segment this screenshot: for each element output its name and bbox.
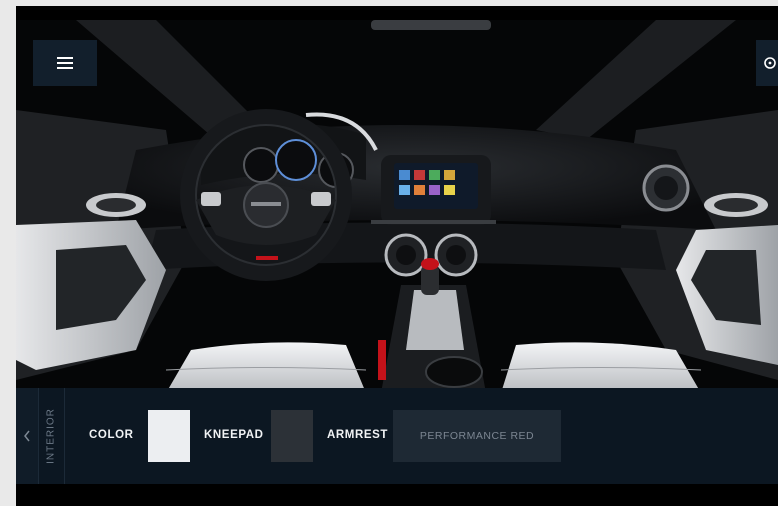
- armrest-label: ARMREST: [327, 429, 389, 441]
- kneepad-label: KNEEPAD: [204, 429, 264, 441]
- color-label: COLOR: [89, 429, 134, 441]
- color-swatch[interactable]: [148, 410, 190, 462]
- steering-wheel-icon: [764, 57, 776, 69]
- section-label-text: INTERIOR: [45, 408, 57, 464]
- performance-red-button[interactable]: PERFORMANCE RED: [393, 410, 561, 462]
- bottom-bar: [16, 484, 778, 506]
- previous-section-button[interactable]: [16, 388, 39, 484]
- hamburger-menu-icon: [57, 57, 73, 69]
- chevron-left-icon: [24, 430, 30, 442]
- side-panel-button[interactable]: [756, 40, 778, 86]
- section-label: INTERIOR: [38, 388, 65, 484]
- menu-button[interactable]: [33, 40, 97, 86]
- configurator-app: INTERIOR COLOR KNEEPAD ARMREST PERFORMAN…: [16, 6, 778, 506]
- customization-toolbar: INTERIOR COLOR KNEEPAD ARMREST PERFORMAN…: [16, 388, 778, 484]
- interior-3d-view[interactable]: [16, 20, 778, 393]
- kneepad-swatch[interactable]: [271, 410, 313, 462]
